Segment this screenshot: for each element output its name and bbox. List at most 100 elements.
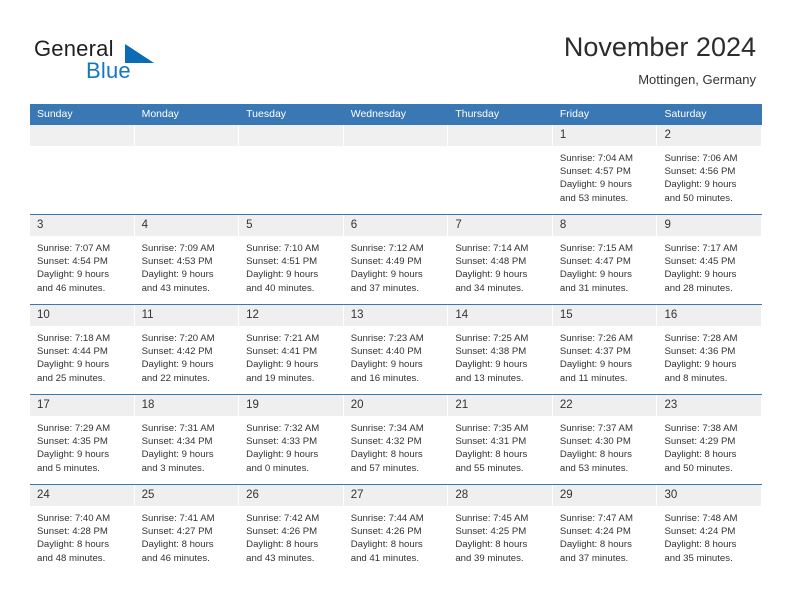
day-detail-line: Sunrise: 7:07 AM	[37, 243, 111, 254]
day-number: 30	[664, 489, 678, 501]
day-cell[interactable]: 4 Sunrise: 7:09 AM Sunset: 4:53 PM Daylight…	[134, 215, 240, 304]
day-cell[interactable]: 30 Sunrise: 7:48 AM Sunset: 4:24 PM Dayligh…	[657, 485, 763, 574]
day-number: 26	[246, 489, 259, 501]
day-detail-line: Daylight: 9 hours	[664, 269, 737, 281]
day-detail-line: Daylight: 8 hours	[141, 539, 214, 551]
day-cell[interactable]: 2 Sunrise: 7:06 AM Sunset: 4:56 PM Daylight…	[657, 125, 763, 214]
day-number-strip: 6	[343, 215, 448, 236]
day-detail-line: Daylight: 8 hours	[350, 449, 423, 461]
calendar-week-row: 24 Sunrise: 7:40 AM Sunset: 4:28 PM Dayligh…	[30, 484, 763, 574]
day-number-strip	[239, 125, 343, 146]
weekday-header-tuesday: Tuesday	[246, 108, 287, 120]
day-cell-body: Sunrise: 7:31 AM Sunset: 4:34 PM Daylight:…	[135, 416, 239, 475]
day-number-strip: 11	[134, 305, 239, 326]
day-cell-body: Sunrise: 7:20 AM Sunset: 4:42 PM Daylight:…	[135, 326, 239, 385]
day-cell[interactable]: 13 Sunrise: 7:23 AM Sunset: 4:40 PM Dayligh…	[343, 305, 449, 394]
day-detail-line: and 8 minutes.	[664, 372, 728, 384]
day-cell[interactable]: 24 Sunrise: 7:40 AM Sunset: 4:28 PM Dayligh…	[30, 485, 135, 574]
day-cell-body	[344, 146, 448, 152]
day-detail-line: Sunset: 4:48 PM	[455, 256, 527, 268]
day-detail-line: Sunset: 4:26 PM	[246, 526, 318, 538]
day-detail-line: Sunset: 4:36 PM	[664, 346, 736, 358]
day-cell[interactable]: 21 Sunrise: 7:35 AM Sunset: 4:31 PM Dayligh…	[448, 395, 553, 484]
day-number-strip: 22	[552, 395, 657, 416]
day-cell[interactable]: 22 Sunrise: 7:37 AM Sunset: 4:30 PM Dayligh…	[552, 395, 658, 484]
day-cell[interactable]: 29 Sunrise: 7:47 AM Sunset: 4:24 PM Dayligh…	[552, 485, 658, 574]
day-detail-line: and 40 minutes.	[246, 282, 315, 294]
day-detail-line: Sunrise: 7:40 AM	[37, 513, 111, 524]
day-cell[interactable]: 1 Sunrise: 7:04 AM Sunset: 4:57 PM Daylight…	[552, 125, 658, 214]
calendar-weeks: 1 Sunrise: 7:04 AM Sunset: 4:57 PM Daylight…	[30, 125, 763, 574]
day-cell[interactable]: 28 Sunrise: 7:45 AM Sunset: 4:25 PM Dayligh…	[448, 485, 553, 574]
day-detail-line: Sunrise: 7:48 AM	[664, 513, 738, 524]
day-detail-line: Sunrise: 7:15 AM	[559, 243, 633, 254]
day-cell-body: Sunrise: 7:26 AM Sunset: 4:37 PM Daylight:…	[553, 326, 657, 385]
day-detail-line: Daylight: 9 hours	[141, 269, 214, 281]
day-detail-line: Sunrise: 7:44 AM	[350, 513, 424, 524]
day-detail-line: and 37 minutes.	[350, 282, 420, 294]
day-cell[interactable]: 20 Sunrise: 7:34 AM Sunset: 4:32 PM Dayligh…	[343, 395, 449, 484]
day-number-strip: 13	[343, 305, 448, 326]
day-detail-line: and 50 minutes.	[664, 462, 733, 474]
day-number: 8	[559, 219, 567, 231]
day-detail-line: and 34 minutes.	[455, 282, 524, 294]
day-detail-line: Sunrise: 7:32 AM	[246, 423, 320, 434]
day-cell[interactable]: 27 Sunrise: 7:44 AM Sunset: 4:26 PM Dayligh…	[343, 485, 449, 574]
day-cell[interactable]: 26 Sunrise: 7:42 AM Sunset: 4:26 PM Dayligh…	[239, 485, 344, 574]
calendar-week-row: 1 Sunrise: 7:04 AM Sunset: 4:57 PM Daylight…	[30, 125, 763, 214]
day-number: 13	[350, 309, 364, 321]
day-number: 21	[455, 399, 469, 411]
day-number: 7	[455, 219, 462, 231]
day-cell[interactable]: 23 Sunrise: 7:38 AM Sunset: 4:29 PM Dayligh…	[657, 395, 763, 484]
day-cell-body: Sunrise: 7:04 AM Sunset: 4:57 PM Daylight:…	[553, 146, 657, 205]
day-number-strip	[30, 125, 134, 146]
day-cell[interactable]: 17 Sunrise: 7:29 AM Sunset: 4:35 PM Dayligh…	[30, 395, 135, 484]
day-detail-line: Sunset: 4:35 PM	[37, 436, 108, 448]
day-cell[interactable]: 25 Sunrise: 7:41 AM Sunset: 4:27 PM Dayligh…	[134, 485, 240, 574]
day-cell-empty	[448, 125, 553, 214]
day-number-strip: 30	[657, 485, 762, 506]
calendar-week-row: 10 Sunrise: 7:18 AM Sunset: 4:44 PM Dayligh…	[30, 304, 763, 394]
day-number-strip: 25	[134, 485, 239, 506]
day-cell[interactable]: 8 Sunrise: 7:15 AM Sunset: 4:47 PM Daylight…	[552, 215, 658, 304]
day-cell-body: Sunrise: 7:41 AM Sunset: 4:27 PM Daylight:…	[135, 506, 239, 565]
day-detail-line: Sunset: 4:31 PM	[455, 436, 527, 448]
day-cell[interactable]: 10 Sunrise: 7:18 AM Sunset: 4:44 PM Dayligh…	[30, 305, 135, 394]
day-cell[interactable]: 12 Sunrise: 7:21 AM Sunset: 4:41 PM Dayligh…	[239, 305, 344, 394]
day-cell[interactable]: 18 Sunrise: 7:31 AM Sunset: 4:34 PM Dayligh…	[134, 395, 240, 484]
day-cell[interactable]: 16 Sunrise: 7:28 AM Sunset: 4:36 PM Dayligh…	[657, 305, 763, 394]
day-detail-line: Sunset: 4:32 PM	[350, 436, 422, 448]
general-blue-logo[interactable]: General Blue	[34, 36, 214, 88]
day-detail-line: Sunset: 4:29 PM	[664, 436, 736, 448]
day-number: 28	[455, 489, 469, 501]
day-number-strip: 28	[448, 485, 552, 506]
day-number-strip: 26	[239, 485, 343, 506]
day-cell[interactable]: 9 Sunrise: 7:17 AM Sunset: 4:45 PM Daylight…	[657, 215, 763, 304]
day-cell-body: Sunrise: 7:48 AM Sunset: 4:24 PM Daylight:…	[657, 506, 761, 565]
day-cell[interactable]: 14 Sunrise: 7:25 AM Sunset: 4:38 PM Dayligh…	[448, 305, 553, 394]
day-cell[interactable]: 6 Sunrise: 7:12 AM Sunset: 4:49 PM Daylight…	[343, 215, 449, 304]
day-detail-line: Daylight: 9 hours	[350, 359, 423, 371]
day-detail-line: Sunrise: 7:28 AM	[664, 333, 738, 344]
day-cell[interactable]: 3 Sunrise: 7:07 AM Sunset: 4:54 PM Daylight…	[30, 215, 135, 304]
day-number: 1	[559, 129, 567, 141]
day-number-strip: 15	[552, 305, 657, 326]
day-detail-line: Sunrise: 7:41 AM	[141, 513, 215, 524]
day-detail-line: and 46 minutes.	[37, 282, 106, 294]
day-cell[interactable]: 5 Sunrise: 7:10 AM Sunset: 4:51 PM Daylight…	[239, 215, 344, 304]
day-cell[interactable]: 11 Sunrise: 7:20 AM Sunset: 4:42 PM Dayligh…	[134, 305, 240, 394]
day-detail-line: Daylight: 8 hours	[664, 449, 737, 461]
day-detail-line: Sunrise: 7:38 AM	[664, 423, 738, 434]
day-number-strip: 4	[134, 215, 239, 236]
day-detail-line: Daylight: 9 hours	[664, 179, 737, 191]
day-detail-line: Sunset: 4:34 PM	[141, 436, 213, 448]
day-cell[interactable]: 19 Sunrise: 7:32 AM Sunset: 4:33 PM Dayligh…	[239, 395, 344, 484]
day-cell[interactable]: 15 Sunrise: 7:26 AM Sunset: 4:37 PM Dayligh…	[552, 305, 658, 394]
day-number: 24	[37, 489, 50, 501]
day-number-strip	[343, 125, 448, 146]
day-detail-line: and 37 minutes.	[559, 552, 629, 564]
day-detail-line: and 43 minutes.	[141, 282, 210, 294]
day-cell[interactable]: 7 Sunrise: 7:14 AM Sunset: 4:48 PM Daylight…	[448, 215, 553, 304]
day-detail-line: and 13 minutes.	[455, 372, 524, 384]
day-detail-line: Sunrise: 7:42 AM	[246, 513, 320, 524]
